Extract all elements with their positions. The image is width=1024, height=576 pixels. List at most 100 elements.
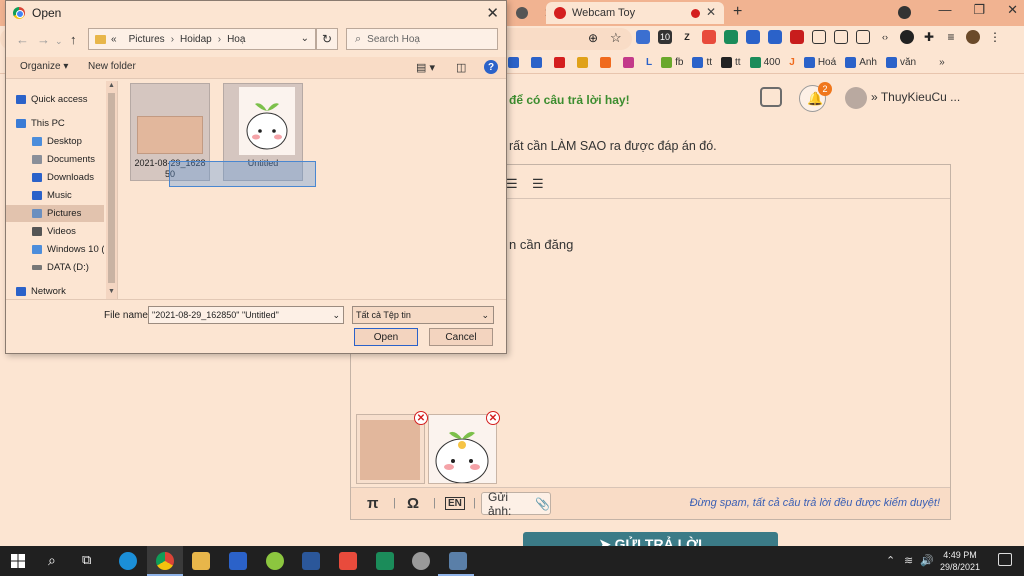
bookmark-item[interactable]: L (646, 57, 652, 68)
avatar[interactable] (845, 87, 867, 109)
extension-clock-icon[interactable] (812, 30, 826, 44)
tab-webcam-toy[interactable]: Webcam Toy ✕ (546, 2, 724, 24)
zoom-icon[interactable]: ⊕ (588, 31, 598, 45)
bookmark-item[interactable]: Hoá (803, 57, 836, 68)
browser-menu-icon[interactable]: ⋮ (988, 30, 1002, 44)
breadcrumb[interactable]: « Pictures › Hoidap › Hoạ ⌄ (88, 28, 316, 50)
extension-record-icon[interactable] (900, 30, 914, 44)
tab-close-icon[interactable]: ✕ (706, 5, 716, 19)
nav-pictures[interactable]: Pictures (6, 205, 104, 222)
breadcrumb-item[interactable]: Hoidap (180, 34, 212, 45)
remove-image-icon[interactable]: ✕ (414, 411, 428, 425)
bookmark-item[interactable] (623, 57, 637, 68)
refresh-button[interactable]: ↻ (316, 28, 338, 50)
search-input[interactable]: ⌕ Search Hoạ (346, 28, 498, 50)
app-icon[interactable] (376, 552, 394, 570)
system-clock[interactable]: 4:49 PM 29/8/2021 (940, 549, 980, 573)
app-icon[interactable] (339, 552, 357, 570)
tab-search-icon[interactable] (898, 6, 911, 19)
minimize-icon[interactable]: — (938, 2, 951, 18)
open-button[interactable]: Open (354, 328, 418, 346)
align-right-icon[interactable]: ☰ (506, 176, 518, 192)
nav-network[interactable]: Network (16, 283, 114, 300)
extension-translate-icon[interactable] (636, 30, 650, 44)
extension-z-icon[interactable]: Z (680, 30, 694, 44)
preview-pane-icon[interactable]: ◫ (456, 61, 466, 74)
chevron-down-icon[interactable]: ⌄ (332, 310, 340, 321)
volume-icon[interactable]: 🔊 (920, 554, 934, 567)
keyboard-icon[interactable]: EN (445, 497, 465, 510)
bookmark-item[interactable]: Anh (845, 57, 877, 68)
notification-center-icon[interactable] (998, 553, 1012, 566)
app-icon[interactable] (266, 552, 284, 570)
extension-download-icon[interactable] (768, 30, 782, 44)
nav-desktop[interactable]: Desktop (6, 133, 104, 150)
nav-windows-drive[interactable]: Windows 10 (C (6, 241, 104, 258)
recent-locations-icon[interactable]: ⌄ (55, 36, 63, 47)
task-view-icon[interactable]: ⧉ (82, 552, 91, 568)
scroll-down-icon[interactable]: ▼ (108, 288, 115, 295)
nav-quick-access[interactable]: Quick access (16, 91, 114, 108)
bookmark-item[interactable]: văn (885, 57, 916, 68)
word-icon[interactable] (302, 552, 320, 570)
close-icon[interactable]: ✕ (486, 4, 499, 22)
chevron-down-icon[interactable]: ⌄ (301, 33, 309, 44)
extension-arrows-icon[interactable]: ‹› (878, 30, 892, 44)
change-view-icon[interactable]: ▤ ▾ (416, 61, 435, 74)
bookmark-item[interactable]: tt (692, 57, 712, 68)
bookmark-item[interactable] (508, 57, 522, 68)
extension-blue-icon[interactable] (746, 30, 760, 44)
navpane-scrollbar[interactable]: ▲ ▼ (106, 81, 117, 299)
align-justify-icon[interactable]: ☰ (532, 176, 544, 192)
help-icon[interactable]: ? (484, 60, 498, 74)
bookmark-star-icon[interactable]: ☆ (610, 30, 622, 46)
bookmark-item[interactable]: fb (661, 57, 683, 68)
remove-image-icon[interactable]: ✕ (486, 411, 500, 425)
wifi-icon[interactable]: ≋ (904, 554, 913, 567)
breadcrumb-overflow-icon[interactable]: « (111, 34, 117, 45)
pi-icon[interactable]: π (367, 495, 378, 512)
omega-icon[interactable]: Ω (407, 495, 419, 512)
file-name-input[interactable]: "2021-08-29_162850" "Untitled" ⌄ (148, 306, 344, 324)
new-tab-button[interactable]: + (733, 3, 742, 21)
windows-start-icon[interactable] (11, 554, 25, 568)
nav-music[interactable]: Music (6, 187, 104, 204)
organize-button[interactable]: Organize ▾ (20, 61, 68, 72)
edge-icon[interactable] (119, 552, 137, 570)
file-explorer-icon[interactable] (192, 552, 210, 570)
editor-content[interactable]: n cần đăng (509, 237, 573, 252)
forward-arrow-icon[interactable]: → (37, 32, 50, 47)
extension-badge-icon[interactable]: 10 (658, 30, 672, 44)
nav-this-pc[interactable]: This PC (16, 115, 114, 132)
up-arrow-icon[interactable]: ↑ (70, 32, 77, 47)
dialog-titlebar[interactable]: Open ✕ (6, 1, 506, 25)
upload-image-button[interactable]: Gửi ảnh: 📎 (481, 490, 551, 518)
tray-overflow-icon[interactable]: ⌃ (886, 554, 895, 567)
scroll-up-icon[interactable]: ▲ (108, 82, 115, 89)
bookmark-item[interactable]: 400 (749, 57, 780, 68)
new-folder-button[interactable]: New folder (88, 61, 136, 72)
app-icon[interactable] (449, 552, 467, 570)
chrome-taskbar-icon[interactable] (156, 552, 174, 570)
extension-mouse-icon[interactable] (856, 30, 870, 44)
chat-icon[interactable] (760, 87, 782, 107)
extension-timer-icon[interactable] (834, 30, 848, 44)
extension-green-icon[interactable] (724, 30, 738, 44)
bookmark-item[interactable] (531, 57, 545, 68)
bookmark-item[interactable] (577, 57, 591, 68)
close-window-icon[interactable]: ✕ (1007, 2, 1018, 18)
reading-list-icon[interactable]: ≡ (944, 30, 958, 44)
bookmarks-overflow-icon[interactable]: » (939, 57, 945, 68)
app-icon[interactable] (412, 552, 430, 570)
back-arrow-icon[interactable]: ← (16, 32, 29, 47)
profile-avatar-icon[interactable] (966, 30, 980, 44)
store-icon[interactable] (229, 552, 247, 570)
bookmark-item[interactable] (600, 57, 614, 68)
cancel-button[interactable]: Cancel (429, 328, 493, 346)
nav-data-drive[interactable]: DATA (D:) (6, 259, 104, 276)
restore-icon[interactable]: ❐ (973, 2, 985, 18)
puzzle-icon[interactable]: ✚ (922, 30, 936, 44)
extension-play-icon[interactable] (790, 30, 804, 44)
nav-videos[interactable]: Videos (6, 223, 104, 240)
scrollbar-thumb[interactable] (108, 93, 115, 283)
